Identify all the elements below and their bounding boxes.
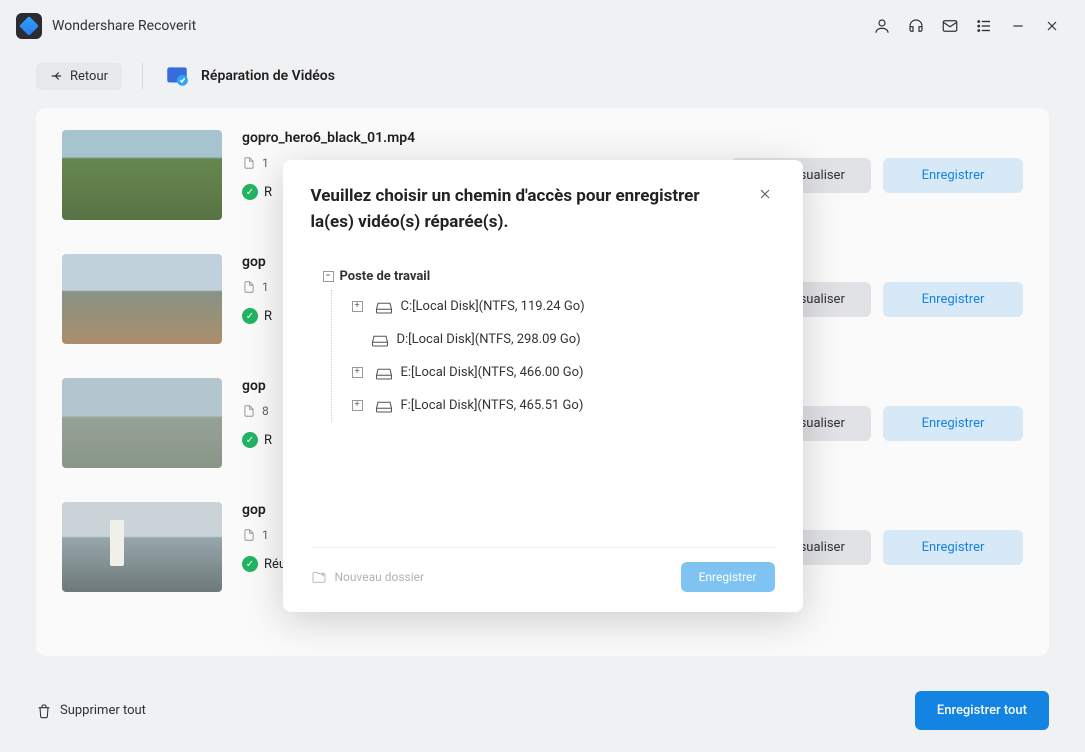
titlebar: Wondershare Recoverit bbox=[0, 0, 1085, 52]
video-thumbnail[interactable] bbox=[62, 378, 222, 468]
video-thumbnail[interactable] bbox=[62, 130, 222, 220]
disk-icon bbox=[375, 300, 393, 314]
save-all-button[interactable]: Enregistrer tout bbox=[915, 691, 1049, 730]
section-title: Réparation de Vidéos bbox=[201, 68, 335, 84]
drive-label: F:[Local Disk](NTFS, 465.51 Go) bbox=[401, 398, 584, 413]
back-button[interactable]: Retour bbox=[36, 63, 122, 90]
tree-drive-item[interactable]: D:[Local Disk](NTFS, 298.09 Go) bbox=[348, 323, 763, 356]
save-path-modal: Veuillez choisir un chemin d'accès pour … bbox=[283, 160, 803, 612]
new-folder-button[interactable]: Nouveau dossier bbox=[311, 570, 425, 584]
mail-icon[interactable] bbox=[933, 9, 967, 43]
check-icon: ✓ bbox=[242, 556, 258, 572]
modal-save-button[interactable]: Enregistrer bbox=[681, 562, 775, 592]
tree-root-label: Poste de travail bbox=[340, 269, 431, 284]
check-icon: ✓ bbox=[242, 184, 258, 200]
app-title: Wondershare Recoverit bbox=[52, 18, 196, 34]
collapse-icon[interactable]: − bbox=[323, 271, 334, 282]
folder-tree: − Poste de travail + C:[Local Disk](NTFS… bbox=[311, 259, 775, 539]
close-icon[interactable] bbox=[1035, 9, 1069, 43]
back-button-label: Retour bbox=[70, 69, 108, 84]
delete-all-label: Supprimer tout bbox=[60, 703, 146, 718]
new-folder-label: Nouveau dossier bbox=[335, 570, 425, 584]
app-logo bbox=[16, 13, 42, 39]
drive-label: E:[Local Disk](NTFS, 466.00 Go) bbox=[401, 365, 584, 380]
expand-icon[interactable]: + bbox=[352, 301, 363, 312]
save-button[interactable]: Enregistrer bbox=[883, 282, 1023, 317]
expand-icon[interactable]: + bbox=[352, 400, 363, 411]
menu-icon[interactable] bbox=[967, 9, 1001, 43]
modal-close-button[interactable] bbox=[755, 184, 775, 208]
disk-icon bbox=[375, 366, 393, 380]
drive-label: C:[Local Disk](NTFS, 119.24 Go) bbox=[401, 299, 585, 314]
save-button[interactable]: Enregistrer bbox=[883, 406, 1023, 441]
check-icon: ✓ bbox=[242, 308, 258, 324]
user-icon[interactable] bbox=[865, 9, 899, 43]
tree-drive-item[interactable]: + E:[Local Disk](NTFS, 466.00 Go) bbox=[348, 356, 763, 389]
minimize-icon[interactable] bbox=[1001, 9, 1035, 43]
page-header: Retour Réparation de Vidéos bbox=[0, 52, 1085, 100]
tree-drive-item[interactable]: + F:[Local Disk](NTFS, 465.51 Go) bbox=[348, 389, 763, 422]
footer: Supprimer tout Enregistrer tout bbox=[36, 691, 1049, 730]
disk-icon bbox=[375, 399, 393, 413]
support-icon[interactable] bbox=[899, 9, 933, 43]
modal-title: Veuillez choisir un chemin d'accès pour … bbox=[311, 184, 755, 235]
video-thumbnail[interactable] bbox=[62, 502, 222, 592]
video-filename: gopro_hero6_black_01.mp4 bbox=[242, 130, 711, 146]
disk-icon bbox=[371, 333, 389, 347]
delete-all-button[interactable]: Supprimer tout bbox=[36, 703, 146, 719]
separator bbox=[142, 63, 143, 89]
save-button[interactable]: Enregistrer bbox=[883, 158, 1023, 193]
video-repair-icon bbox=[163, 62, 191, 90]
expand-icon[interactable]: + bbox=[352, 367, 363, 378]
tree-drive-item[interactable]: + C:[Local Disk](NTFS, 119.24 Go) bbox=[348, 290, 763, 323]
tree-root[interactable]: − Poste de travail bbox=[323, 269, 763, 284]
save-button[interactable]: Enregistrer bbox=[883, 530, 1023, 565]
video-thumbnail[interactable] bbox=[62, 254, 222, 344]
check-icon: ✓ bbox=[242, 432, 258, 448]
drive-label: D:[Local Disk](NTFS, 298.09 Go) bbox=[397, 332, 581, 347]
